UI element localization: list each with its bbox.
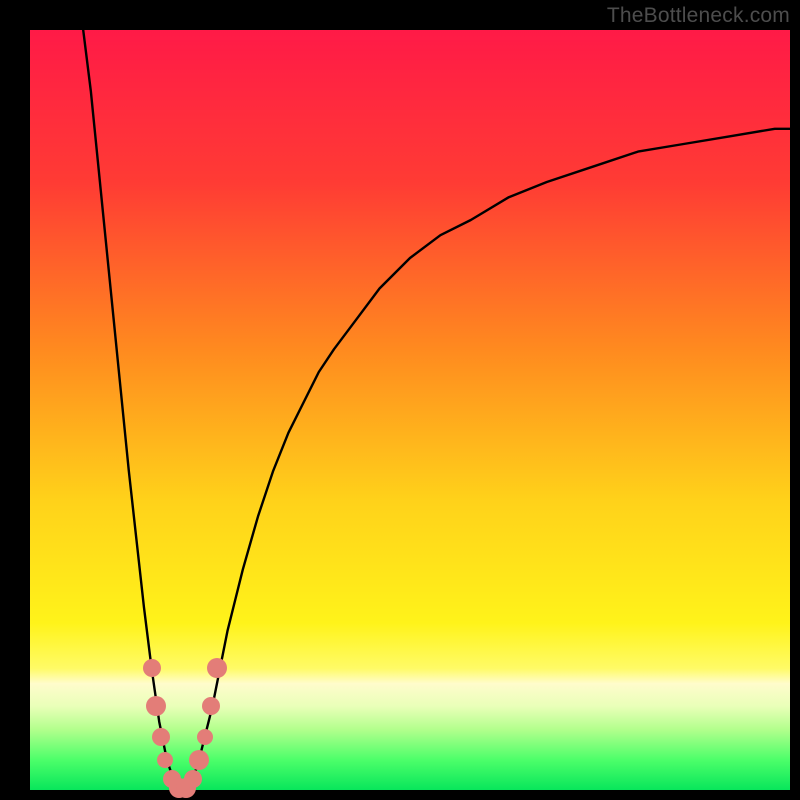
- data-dot: [152, 728, 170, 746]
- data-dot: [157, 752, 173, 768]
- bottleneck-curve: [30, 30, 790, 790]
- data-dot: [207, 658, 227, 678]
- data-dot: [202, 697, 220, 715]
- chart-frame: TheBottleneck.com: [0, 0, 800, 800]
- data-dot: [197, 729, 213, 745]
- watermark-label: TheBottleneck.com: [607, 4, 790, 28]
- data-dot: [184, 770, 202, 788]
- data-dot: [189, 750, 209, 770]
- data-dot: [146, 696, 166, 716]
- data-dot: [143, 659, 161, 677]
- plot-area: [30, 30, 790, 790]
- curve-path: [83, 30, 790, 790]
